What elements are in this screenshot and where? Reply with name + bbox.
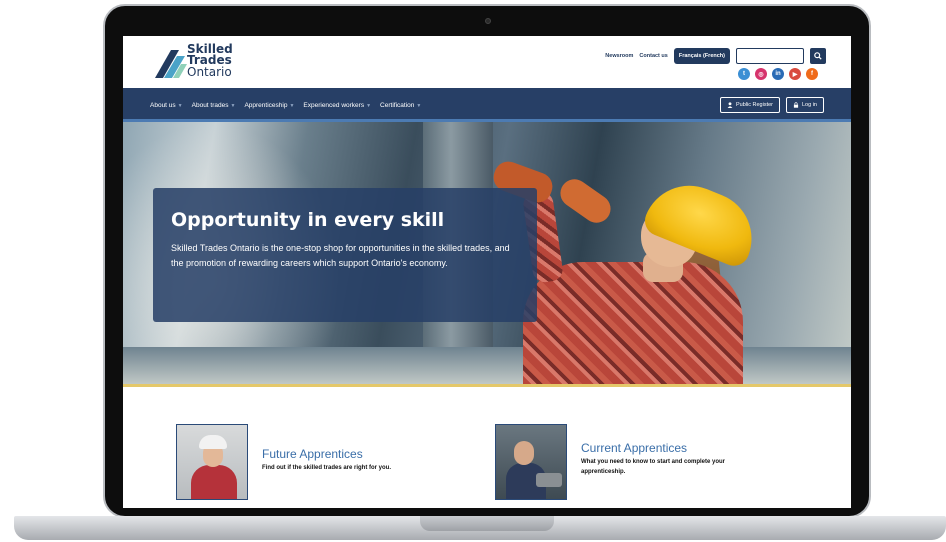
language-toggle-button[interactable]: Français (French) [673,48,730,64]
facebook-icon[interactable]: f [806,68,818,80]
nav-item-about-us[interactable]: About us ▼ [150,102,183,109]
chevron-down-icon: ▼ [230,102,236,109]
chevron-down-icon: ▼ [177,102,183,109]
nav-label: Apprenticeship [244,101,288,109]
hero-divider [123,384,851,387]
webcam-icon [485,18,491,24]
site-logo[interactable]: Skilled Trades Ontario [153,43,243,84]
hero-text: Skilled Trades Ontario is the one-stop s… [171,243,510,268]
laptop-notch [420,516,554,531]
user-icon [727,102,733,108]
hero-title: Opportunity in every skill [171,209,445,231]
logo-line-3: Ontario [187,65,232,79]
browser-screen: Skilled Trades Ontario Newsroom Contact … [123,36,851,508]
chevron-down-icon: ▼ [416,102,422,109]
nav-label: Experienced workers [303,101,365,109]
lock-icon [793,102,799,108]
promo-title[interactable]: Future Apprentices [262,446,391,462]
nav-item-experienced-workers[interactable]: Experienced workers ▼ [303,102,371,109]
contact-us-link[interactable]: Contact us [639,53,667,59]
log-in-button[interactable]: Log in [786,97,824,113]
public-register-button[interactable]: Public Register [720,97,780,113]
promo-card-current-apprentices[interactable]: Current Apprentices What you need to kno… [495,424,761,500]
search-input[interactable] [736,48,804,64]
newsroom-link[interactable]: Newsroom [605,53,633,59]
promo-description: Find out if the skilled trades are right… [262,465,392,471]
current-apprentice-photo [495,424,567,500]
nav-item-apprenticeship[interactable]: Apprenticeship ▼ [244,102,294,109]
twitter-icon[interactable]: t [738,68,750,80]
glove-image [554,173,617,229]
nav-item-about-trades[interactable]: About trades ▼ [192,102,236,109]
future-apprentice-photo [176,424,248,500]
site-header: Skilled Trades Ontario Newsroom Contact … [123,36,851,88]
utility-links: Newsroom Contact us Français (French) [605,48,826,64]
instagram-icon[interactable]: ◎ [755,68,767,80]
main-nav: About us ▼ About trades ▼ Apprenticeship ▼ … [123,88,851,122]
linkedin-icon[interactable]: in [772,68,784,80]
youtube-icon[interactable]: ▶ [789,68,801,80]
chevron-down-icon: ▼ [366,102,372,109]
search-icon [814,52,822,60]
promo-title[interactable]: Current Apprentices [581,440,761,456]
worker-shirt [523,262,743,387]
nav-label: About us [150,101,176,109]
promo-description: What you need to know to start and compl… [581,459,726,475]
nav-label: About trades [191,101,229,109]
nav-label: Certification [380,101,415,109]
promo-card-future-apprentices[interactable]: Future Apprentices Find out if the skill… [176,424,391,500]
search-button[interactable] [810,48,826,64]
log-in-label: Log in [802,102,817,108]
social-links: t ◎ in ▶ f [738,68,818,80]
nav-item-certification[interactable]: Certification ▼ [380,102,421,109]
chevron-down-icon: ▼ [289,102,295,109]
hero-card: Opportunity in every skill Skilled Trade… [153,188,537,322]
public-register-label: Public Register [736,102,773,108]
logo-mark-icon [155,50,187,78]
